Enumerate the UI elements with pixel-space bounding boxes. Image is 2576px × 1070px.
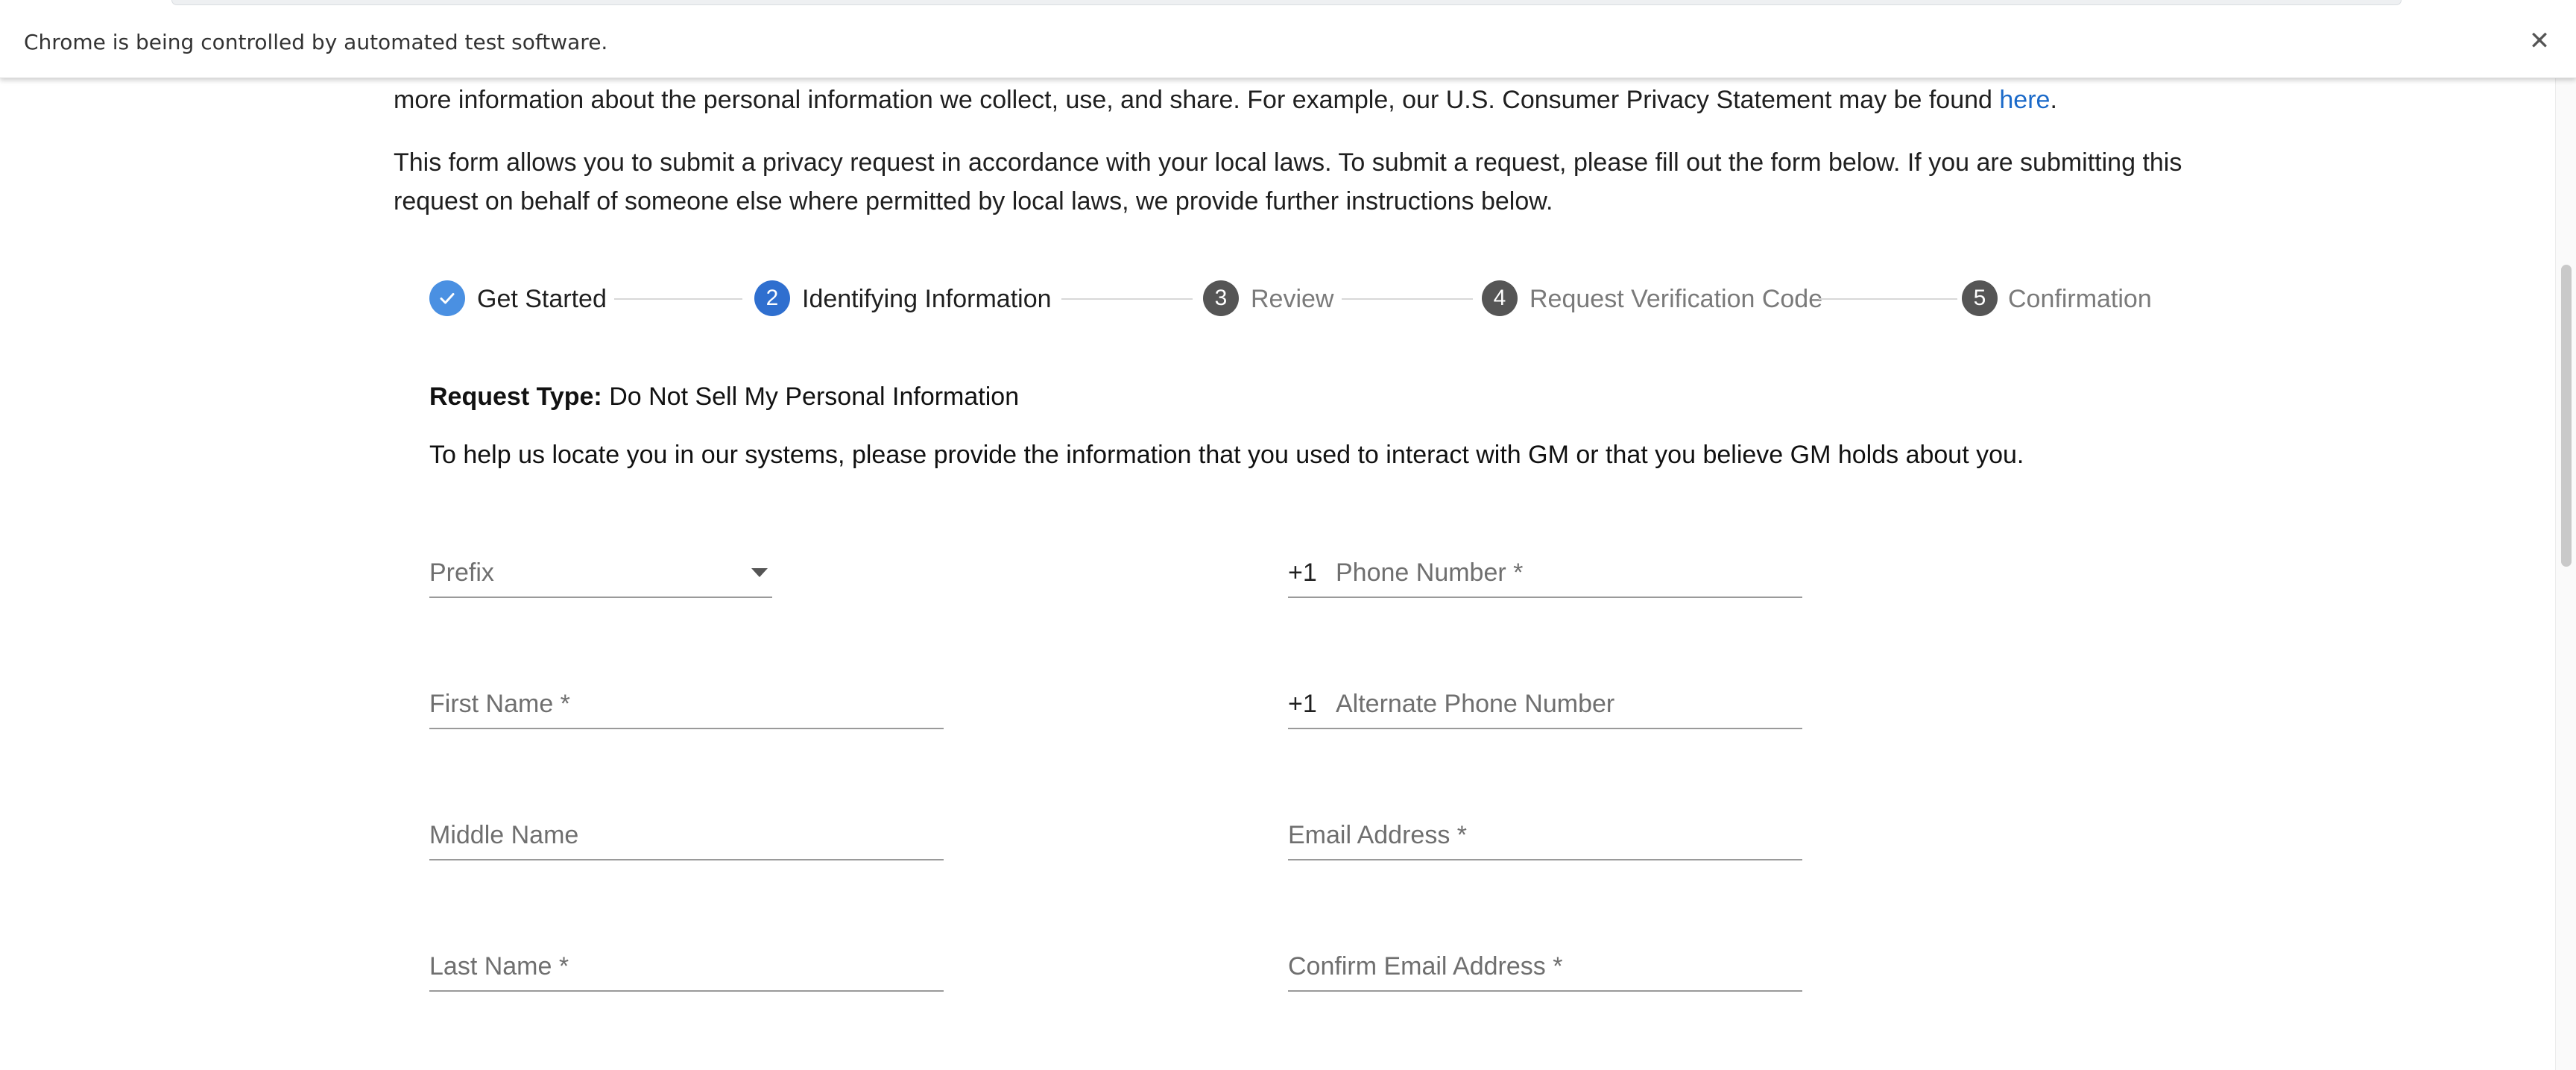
confirm-email-placeholder: Confirm Email Address * (1288, 952, 1563, 981)
intro-paragraph-2: This form allows you to submit a privacy… (394, 148, 2182, 215)
intro-paragraph-1: more information about the personal info… (394, 81, 2182, 119)
request-type-value: Do Not Sell My Personal Information (609, 383, 1020, 411)
privacy-statement-link[interactable]: here (1999, 86, 2050, 114)
scrollbar-thumb[interactable] (2561, 265, 2572, 567)
intro-period: . (2050, 86, 2057, 114)
close-icon[interactable]: ✕ (2527, 28, 2552, 54)
step-2-label: Identifying Information (802, 285, 1052, 313)
middle-name-placeholder: Middle Name (429, 821, 579, 849)
phone-number-placeholder: Phone Number * (1336, 558, 1524, 587)
last-name-field[interactable]: Last Name * (429, 941, 944, 992)
step-5-badge: 5 (1962, 280, 1998, 316)
alt-phone-country-code: +1 (1288, 690, 1317, 718)
request-type: Request Type: Do Not Sell My Personal In… (429, 380, 1019, 413)
chevron-down-icon[interactable] (751, 568, 768, 577)
confirm-email-field[interactable]: Confirm Email Address * (1288, 941, 1802, 992)
first-name-field[interactable]: First Name * (429, 679, 944, 729)
alternate-phone-placeholder: Alternate Phone Number (1336, 690, 1615, 718)
step-5-label: Confirmation (2008, 285, 2152, 313)
phone-country-code: +1 (1288, 558, 1317, 587)
scrollbar-track[interactable] (2555, 78, 2576, 1070)
step-connector (614, 298, 742, 300)
infobar-message: Chrome is being controlled by automated … (24, 30, 608, 54)
help-text: To help us locate you in our systems, pl… (429, 441, 2024, 469)
step-1-check-icon (429, 280, 465, 316)
step-2-badge: 2 (754, 280, 790, 316)
email-field[interactable]: Email Address * (1288, 810, 1802, 860)
prefix-placeholder: Prefix (429, 558, 494, 587)
email-placeholder: Email Address * (1288, 821, 1467, 849)
phone-number-field[interactable]: +1 Phone Number * (1288, 547, 1802, 598)
tab-strip-edge (171, 0, 2402, 5)
intro-text: more information about the personal info… (394, 86, 2000, 114)
checkmark-icon (440, 293, 455, 304)
step-4-label: Request Verification Code (1530, 285, 1823, 313)
prefix-select[interactable]: Prefix (429, 547, 772, 598)
step-3-label: Review (1251, 285, 1334, 313)
step-connector (1342, 298, 1473, 300)
first-name-placeholder: First Name * (429, 690, 570, 718)
step-connector (1819, 298, 1957, 300)
step-3-badge: 3 (1203, 280, 1239, 316)
middle-name-field[interactable]: Middle Name (429, 810, 944, 860)
automation-infobar: Chrome is being controlled by automated … (0, 0, 2576, 78)
request-type-label: Request Type: (429, 383, 602, 411)
step-connector (1061, 298, 1193, 300)
alternate-phone-field[interactable]: +1 Alternate Phone Number (1288, 679, 1802, 729)
step-4-badge: 4 (1482, 280, 1518, 316)
last-name-placeholder: Last Name * (429, 952, 569, 981)
step-1-label: Get Started (477, 285, 607, 313)
